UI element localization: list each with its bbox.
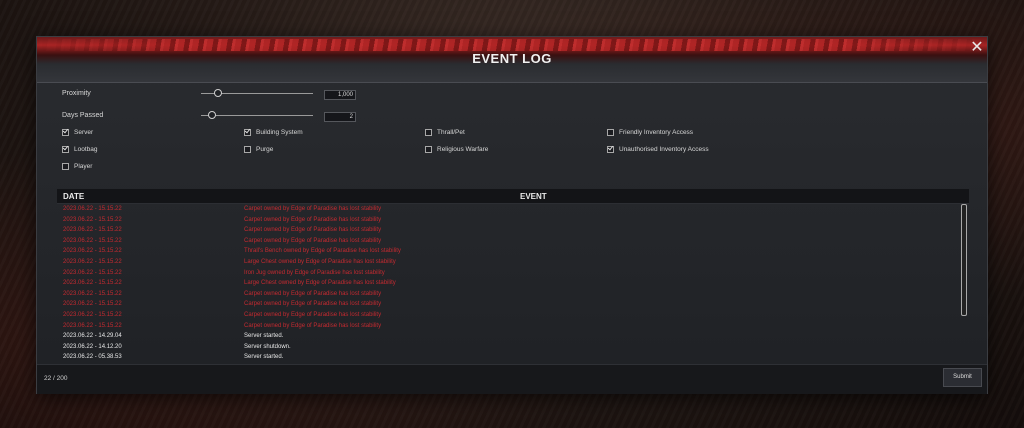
table-row: 2023.06.22 - 15.15.22 Carpet owned by Edg… [57,321,957,331]
checkbox-label: Friendly Inventory Access [619,129,694,136]
table-row: 2023.06.22 - 15.15.22 Carpet owned by Edg… [57,289,957,299]
days-passed-label: Days Passed [62,112,104,119]
table-row: 2023.06.22 - 15.15.22 Iron Jug owned by E… [57,268,957,278]
checkbox-unauthorised-inventory-access[interactable]: Unauthorised Inventory Access [607,146,709,153]
checkbox-label: Player [74,163,93,170]
date-column-header: DATE [63,192,85,201]
checkbox-building-system[interactable]: Building System [244,129,303,136]
row-event: Carpet owned by Edge of Paradise has los… [244,322,382,329]
checkbox-unchecked-icon[interactable] [425,129,432,136]
row-event: Carpet owned by Edge of Paradise has los… [244,206,382,212]
filters-section: Proximity 1,000 Days Passed 2 Server Buil… [37,82,987,182]
table-row: 2023.06.22 - 15.15.22 Large Chest owned b… [57,278,957,288]
checkbox-unchecked-icon[interactable] [607,129,614,136]
checkbox-friendly-inventory-access[interactable]: Friendly Inventory Access [607,129,693,136]
row-date: 2023.06.22 - 15.15.22 [63,280,122,287]
table-row: 2023.06.22 - 14.12.20 Server shutdown. [57,342,957,352]
checkbox-checked-icon[interactable] [62,129,69,136]
checkbox-checked-icon[interactable] [244,129,251,136]
row-event: Server shutdown. [244,343,291,350]
window-header: EVENT LOG ✕ [37,37,987,83]
row-date: 2023.06.22 - 15.15.22 [63,237,122,244]
row-date: 2023.06.22 - 14.12.20 [63,343,122,350]
window-footer: 22 / 200 Submit [37,364,987,394]
row-event: Thrall's Bench owned by Edge of Paradise… [244,248,401,255]
row-date: 2023.06.22 - 15.15.22 [63,216,122,223]
row-date: 2023.06.22 - 15.15.22 [63,312,122,318]
close-button[interactable]: ✕ [969,40,985,56]
row-date: 2023.06.22 - 05.38.53 [63,354,122,360]
row-event: Carpet owned by Edge of Paradise has los… [244,216,382,223]
row-date: 2023.06.22 - 15.15.22 [63,290,122,297]
checkbox-label: Thrall/Pet [437,129,465,136]
row-event: Carpet owned by Edge of Paradise has los… [244,227,382,234]
table-row: 2023.06.22 - 15.15.22 Carpet owned by Edg… [57,225,957,235]
row-event: Server started. [244,333,284,340]
submit-button[interactable]: Submit [943,368,982,387]
slider-track [201,115,313,116]
checkbox-label: Server [74,129,94,136]
row-date: 2023.06.22 - 15.15.22 [63,301,122,308]
checkbox-purge[interactable]: Purge [244,146,273,153]
checkbox-server[interactable]: Server [62,129,93,136]
event-log-window: EVENT LOG ✕ Proximity 1,000 Days Passed … [37,37,987,394]
table-row: 2023.06.22 - 15.15.22 Carpet owned by Edg… [57,236,957,246]
row-event: Carpet owned by Edge of Paradise has los… [244,237,382,244]
row-date: 2023.06.22 - 15.15.22 [63,206,122,212]
checkbox-checked-icon[interactable] [62,146,69,153]
checkbox-label: Purge [256,146,274,153]
table-row: 2023.06.22 - 15.15.22 Carpet owned by Edg… [57,215,957,225]
checkbox-label: Building System [256,129,303,136]
row-date: 2023.06.22 - 14.29.04 [63,333,122,340]
event-column-header: EVENT [520,192,547,201]
close-icon: ✕ [970,39,984,56]
table-body: 2023.06.22 - 15.15.22 Carpet owned by Edg… [57,204,969,360]
checkbox-unchecked-icon[interactable] [62,163,69,170]
table-row: 2023.06.22 - 15.15.22 Carpet owned by Edg… [57,204,957,214]
table-row: 2023.06.22 - 15.15.22 Large Chest owned b… [57,257,957,267]
row-date: 2023.06.22 - 15.15.22 [63,227,122,234]
checkbox-checked-icon[interactable] [607,146,614,153]
proximity-input[interactable]: 1,000 [324,90,356,100]
row-date: 2023.06.22 - 15.15.22 [63,248,122,255]
slider-thumb[interactable] [213,89,222,97]
checkbox-label: Unauthorised Inventory Access [619,146,709,153]
checkbox-unchecked-icon[interactable] [244,146,251,153]
row-event: Carpet owned by Edge of Paradise has los… [244,290,382,297]
slider-thumb[interactable] [208,111,217,119]
row-date: 2023.06.22 - 15.15.22 [63,259,122,265]
row-event: Large Chest owned by Edge of Paradise ha… [244,259,396,265]
checkbox-label: Lootbag [74,146,98,153]
checkbox-player[interactable]: Player [62,163,92,170]
row-event: Carpet owned by Edge of Paradise has los… [244,301,382,308]
row-event: Large Chest owned by Edge of Paradise ha… [244,280,396,287]
table-row: 2023.06.22 - 15.15.22 Thrall's Bench owne… [57,246,957,256]
row-event: Server started. [244,354,284,360]
days-passed-input[interactable]: 2 [324,112,356,122]
row-date: 2023.06.22 - 15.15.22 [63,322,122,329]
row-date: 2023.06.22 - 15.15.22 [63,269,122,276]
row-event: Iron Jug owned by Edge of Paradise has l… [244,269,385,276]
table-header: DATE EVENT [57,189,969,204]
checkbox-lootbag[interactable]: Lootbag [62,146,98,153]
proximity-slider[interactable] [201,89,313,99]
event-table: DATE EVENT 2023.06.22 - 15.15.22 Carpet o… [57,189,969,360]
days-passed-slider[interactable] [201,111,313,121]
checkbox-thrall-pet[interactable]: Thrall/Pet [425,129,465,136]
checkbox-religious-warfare[interactable]: Religious Warfare [425,146,488,153]
header-decoration [37,39,987,51]
event-count: 22 / 200 [44,375,68,382]
proximity-label: Proximity [62,90,91,97]
checkbox-unchecked-icon[interactable] [425,146,432,153]
table-scrollbar[interactable] [961,204,967,316]
row-event: Carpet owned by Edge of Paradise has los… [244,312,382,318]
checkbox-label: Religious Warfare [437,146,489,153]
table-row: 2023.06.22 - 15.15.22 Carpet owned by Edg… [57,310,957,320]
table-row: 2023.06.22 - 15.15.22 Carpet owned by Edg… [57,299,957,309]
table-row: 2023.06.22 - 05.38.53 Server started. [57,352,957,360]
window-title: EVENT LOG [472,51,552,66]
table-row: 2023.06.22 - 14.29.04 Server started. [57,331,957,341]
